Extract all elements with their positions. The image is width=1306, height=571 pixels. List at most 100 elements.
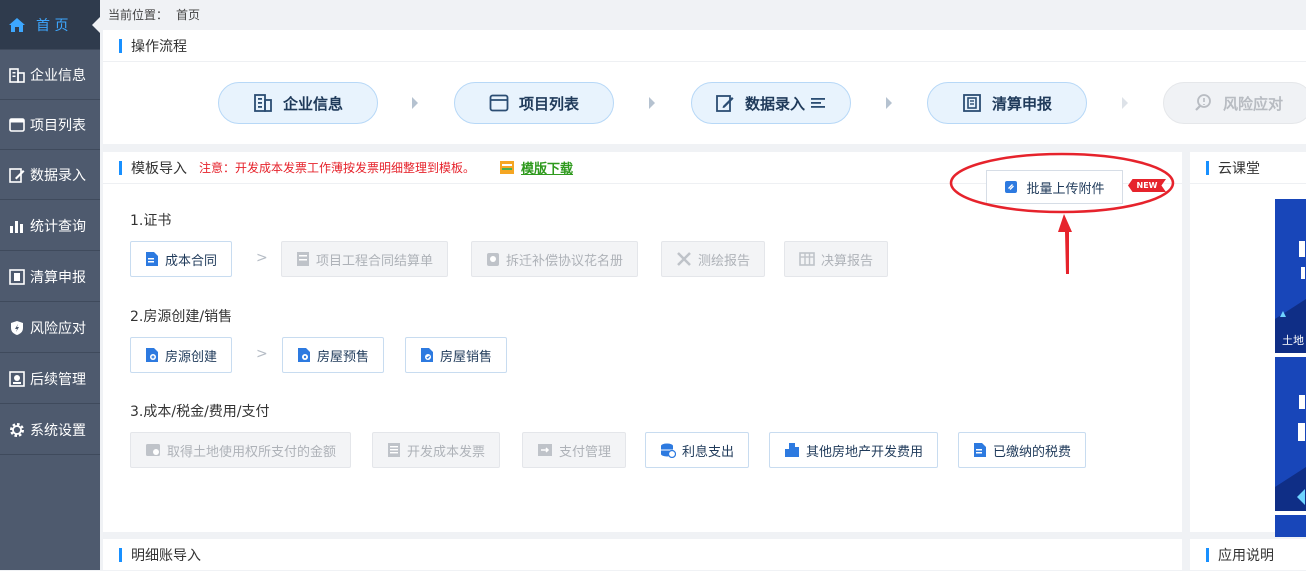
breadcrumb: 当前位置： 首页: [108, 6, 208, 23]
button-label: 决算报告: [821, 253, 874, 269]
flow-step-label: 清算申报: [991, 94, 1052, 113]
section-title: 1.证书: [130, 213, 172, 229]
sidebar-item-settings[interactable]: 系统设置: [0, 405, 100, 455]
sidebar-item-label: 后续管理: [30, 371, 86, 388]
calculator-icon: [145, 442, 161, 458]
buildings-icon: [784, 442, 800, 458]
sidebar-item-label: 项目列表: [30, 117, 86, 134]
sidebar-item-risk[interactable]: 风险应对: [0, 303, 100, 353]
presale-button[interactable]: 房屋预售: [282, 337, 385, 373]
panel-title: 应用说明: [1218, 548, 1274, 564]
panel-header: 应用说明: [1190, 539, 1306, 571]
course-card[interactable]: 土地: [1275, 199, 1306, 353]
cost-contract-button[interactable]: 成本合同: [130, 241, 233, 277]
notice-text: 注意：开发成本发票工作薄按发票明细整理到模板。: [199, 161, 476, 175]
sidebar-item-label: 统计查询: [30, 218, 86, 235]
report-icon: [8, 268, 26, 286]
course-card[interactable]: [1275, 515, 1306, 537]
download-file-icon: [499, 160, 515, 175]
roster-icon: [486, 251, 500, 267]
app-help-panel: 应用说明: [1190, 539, 1306, 570]
annotation-ellipse: [949, 152, 1175, 214]
flow-step-declaration[interactable]: 清算申报: [927, 82, 1087, 124]
button-label: 开发成本发票: [407, 444, 486, 460]
invoice-icon: [387, 442, 401, 458]
detail-import-panel: 明细账导入: [103, 539, 1182, 570]
sidebar-item-label: 企业信息: [30, 67, 86, 84]
flow-arrow-icon: [1122, 97, 1128, 109]
flow-step-risk[interactable]: 风险应对: [1163, 82, 1306, 124]
button-label: 已缴纳的税费: [993, 444, 1072, 460]
button-label: 项目工程合同结算单: [316, 253, 434, 269]
settlement-button[interactable]: 项目工程合同结算单: [281, 241, 449, 277]
document-icon: [973, 442, 987, 458]
flow-step-data-entry[interactable]: 数据录入: [691, 82, 851, 124]
house-create-button[interactable]: 房源创建: [130, 337, 233, 373]
other-dev-fee-button[interactable]: 其他房地产开发费用: [769, 432, 939, 468]
button-label: 房屋销售: [440, 349, 493, 365]
edit-icon: [8, 166, 26, 184]
sidebar-item-label: 首 页: [36, 17, 69, 34]
demolition-roster-button[interactable]: 拆迁补偿协议花名册: [471, 241, 639, 277]
report-icon: [962, 93, 982, 113]
shield-icon: [8, 319, 26, 337]
interest-expense-button[interactable]: 利息支出: [645, 432, 750, 468]
building-icon: [8, 66, 26, 84]
flow-arrow-icon: [412, 97, 418, 109]
button-label: 取得土地使用权所支付的金额: [167, 444, 337, 460]
house-sale-button[interactable]: 房屋销售: [405, 337, 508, 373]
sidebar-item-followup[interactable]: 后续管理: [0, 354, 100, 404]
sidebar-item-declaration[interactable]: 清算申报: [0, 252, 100, 302]
manage-icon: [8, 370, 26, 388]
panel-header: 明细账导入: [103, 539, 1182, 571]
sidebar-item-home[interactable]: 首 页: [0, 0, 100, 50]
panel-title: 明细账导入: [131, 548, 201, 564]
chevron-right-icon: >: [256, 346, 268, 362]
course-card[interactable]: [1275, 357, 1306, 511]
document-icon: [145, 251, 159, 267]
list-icon: [8, 116, 26, 134]
edit-icon: [715, 93, 735, 113]
template-download-link[interactable]: 模版下载: [521, 158, 573, 177]
flow-arrow-icon: [649, 97, 655, 109]
menu-lines-icon: [811, 97, 827, 109]
home-icon: [8, 16, 26, 34]
active-indicator: [92, 17, 100, 33]
dev-cost-invoice-button[interactable]: 开发成本发票: [372, 432, 501, 468]
flow-step-projects[interactable]: 项目列表: [454, 82, 614, 124]
sidebar-item-label: 清算申报: [30, 269, 86, 286]
flow-step-label: 项目列表: [518, 94, 579, 113]
course-card-text: 土地: [1282, 334, 1304, 347]
bar-chart-icon: [8, 217, 26, 235]
transfer-icon: [537, 443, 553, 457]
building-icon: [253, 93, 273, 113]
house-doc-icon: [145, 347, 159, 363]
annotation-overlay: [949, 152, 1175, 274]
section-title: 2.房源创建/销售: [130, 309, 233, 325]
flow-step-company[interactable]: 企业信息: [218, 82, 378, 124]
panel-title: 操作流程: [131, 38, 187, 55]
course-thumbnail: [1275, 199, 1306, 353]
final-accounts-button[interactable]: 决算报告: [784, 241, 889, 277]
button-label: 拆迁补偿协议花名册: [506, 253, 624, 269]
breadcrumb-current[interactable]: 首页: [176, 8, 200, 22]
panel-title: 云课堂: [1218, 160, 1260, 177]
flow-arrow-icon: [886, 97, 892, 109]
breadcrumb-prefix: 当前位置：: [108, 8, 169, 22]
sidebar-item-label: 风险应对: [30, 320, 86, 337]
button-label: 其他房地产开发费用: [806, 444, 924, 460]
gear-icon: [8, 421, 26, 439]
survey-report-button[interactable]: 测绘报告: [661, 241, 766, 277]
annotation-arrow-icon: [1058, 214, 1072, 274]
sidebar-item-projects[interactable]: 项目列表: [0, 100, 100, 150]
sidebar-item-data-entry[interactable]: 数据录入: [0, 150, 100, 200]
sidebar-item-label: 数据录入: [30, 167, 86, 184]
land-use-payment-button[interactable]: 取得土地使用权所支付的金额: [130, 432, 352, 468]
paid-taxes-button[interactable]: 已缴纳的税费: [958, 432, 1087, 468]
section-title: 3.成本/税金/费用/支付: [130, 404, 270, 420]
sidebar-item-stats[interactable]: 统计查询: [0, 201, 100, 251]
payment-management-button[interactable]: 支付管理: [522, 432, 627, 468]
course-thumbnail: [1275, 357, 1306, 511]
house-doc-icon: [297, 347, 311, 363]
sidebar-item-company[interactable]: 企业信息: [0, 50, 100, 100]
